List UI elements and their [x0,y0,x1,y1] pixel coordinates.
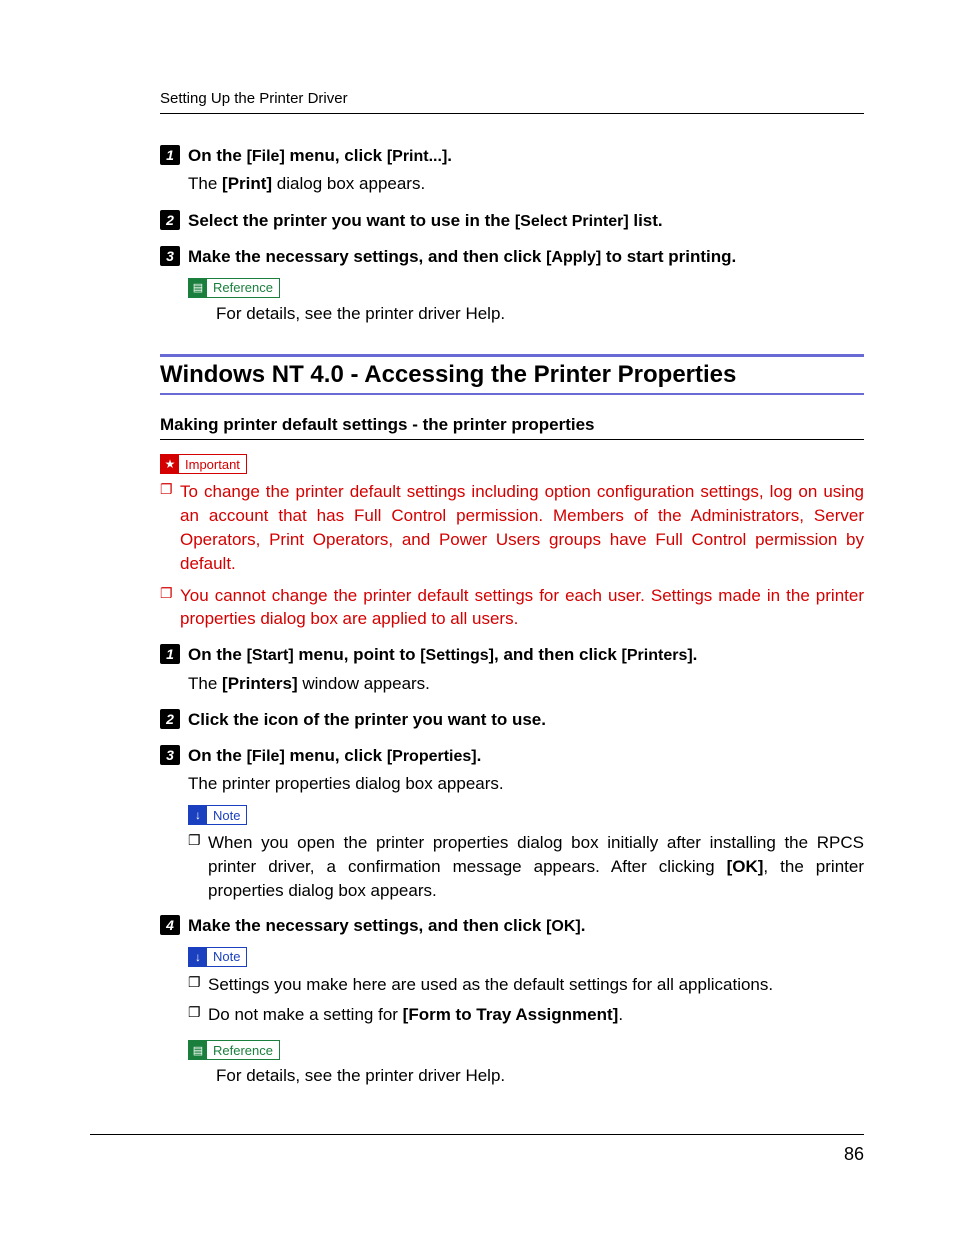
important-list: To change the printer default settings i… [160,480,864,631]
callout-label: Important [179,455,246,473]
step-number-icon: 2 [160,709,180,729]
nt-step-1: 1 On the [Start] menu, point to [Setting… [160,643,864,696]
note-list: When you open the printer properties dia… [160,831,864,902]
text: . [693,645,698,664]
step-2: 2 Select the printer you want to use in … [160,209,864,233]
text: menu, point to [294,645,421,664]
text: On the [188,746,247,765]
reference-callout: ▤ Reference [188,1040,280,1060]
text: Make the necessary settings, and then cl… [188,916,546,935]
step-title: Make the necessary settings, and then cl… [188,914,585,938]
ui-label: [Apply] [546,249,601,266]
step-title: On the [File] menu, click [Properties]. [188,744,481,768]
ui-label: [File] [247,148,285,165]
text: The [188,174,222,193]
step-title: Make the necessary settings, and then cl… [188,245,736,269]
step-number-icon: 1 [160,145,180,165]
text: The [188,674,222,693]
important-icon: ★ [161,455,179,473]
text: . [477,746,482,765]
ui-label: [Printers] [622,647,693,664]
nt-step-3: 3 On the [File] menu, click [Properties]… [160,744,864,902]
step-title: On the [Start] menu, point to [Settings]… [188,643,697,667]
ui-label: [Form to Tray Assignment] [403,1005,619,1024]
step-body: The [Print] dialog box appears. [188,172,864,197]
note-item: Settings you make here are used as the d… [188,973,864,997]
text: , and then click [494,645,622,664]
subheading: Making printer default settings - the pr… [160,415,864,440]
note-item: When you open the printer properties dia… [188,831,864,902]
step-number-icon: 3 [160,745,180,765]
step-1: 1 On the [File] menu, click [Print...]. … [160,144,864,197]
text: Do not make a setting for [208,1005,403,1024]
footer-rule [90,1134,864,1135]
page-number: 86 [844,1144,864,1165]
callout-label: Note [207,948,246,966]
important-callout: ★ Important [160,454,247,474]
ui-label: [OK] [546,918,581,935]
step-3: 3 Make the necessary settings, and then … [160,245,864,326]
text: . [618,1005,623,1024]
ui-label: [Select Printer] [515,213,629,230]
callout-label: Reference [207,1041,279,1059]
note-icon: ↓ [189,806,207,824]
reference-body: For details, see the printer driver Help… [216,1064,864,1089]
text: Select the printer you want to use in th… [188,211,515,230]
step-body: The [Printers] window appears. [188,672,864,697]
ui-label: [File] [247,748,285,765]
text: . [447,146,452,165]
section-heading: Windows NT 4.0 - Accessing the Printer P… [160,354,864,395]
page: Setting Up the Printer Driver 1 On the [… [0,0,954,1235]
note-list: Settings you make here are used as the d… [160,973,864,1027]
reference-icon: ▤ [189,279,207,297]
running-header: Setting Up the Printer Driver [160,90,864,114]
callout-label: Note [207,806,246,824]
text: On the [188,146,247,165]
step-title: On the [File] menu, click [Print...]. [188,144,452,168]
ui-label: [Print] [222,174,272,193]
text: On the [188,645,247,664]
note-callout: ↓ Note [188,947,247,967]
text: menu, click [285,146,387,165]
text: to start printing. [601,247,736,266]
text: list. [629,211,663,230]
ui-label: [Start] [247,647,294,664]
reference-body: For details, see the printer driver Help… [216,302,864,327]
ui-label: [Properties] [387,748,477,765]
step-number-icon: 3 [160,246,180,266]
text: . [581,916,586,935]
step-title: Select the printer you want to use in th… [188,209,663,233]
callout-label: Reference [207,279,279,297]
nt-step-4: 4 Make the necessary settings, and then … [160,914,864,1089]
step-title: Click the icon of the printer you want t… [188,708,546,732]
note-item: Do not make a setting for [Form to Tray … [188,1003,864,1027]
content-area: 1 On the [File] menu, click [Print...]. … [160,144,864,1089]
step-number-icon: 1 [160,644,180,664]
note-callout: ↓ Note [188,805,247,825]
text: Make the necessary settings, and then cl… [188,247,546,266]
ui-label: [Settings] [420,647,494,664]
ui-label: [Printers] [222,674,298,693]
text: window appears. [298,674,430,693]
note-icon: ↓ [189,948,207,966]
step-number-icon: 4 [160,915,180,935]
ui-label: [Print...] [387,148,447,165]
important-item: You cannot change the printer default se… [160,584,864,632]
text: dialog box appears. [272,174,425,193]
reference-callout: ▤ Reference [188,278,280,298]
reference-icon: ▤ [189,1041,207,1059]
nt-step-2: 2 Click the icon of the printer you want… [160,708,864,732]
step-number-icon: 2 [160,210,180,230]
important-item: To change the printer default settings i… [160,480,864,575]
text: menu, click [285,746,387,765]
ui-label: [OK] [727,857,764,876]
step-body: The printer properties dialog box appear… [188,772,864,797]
